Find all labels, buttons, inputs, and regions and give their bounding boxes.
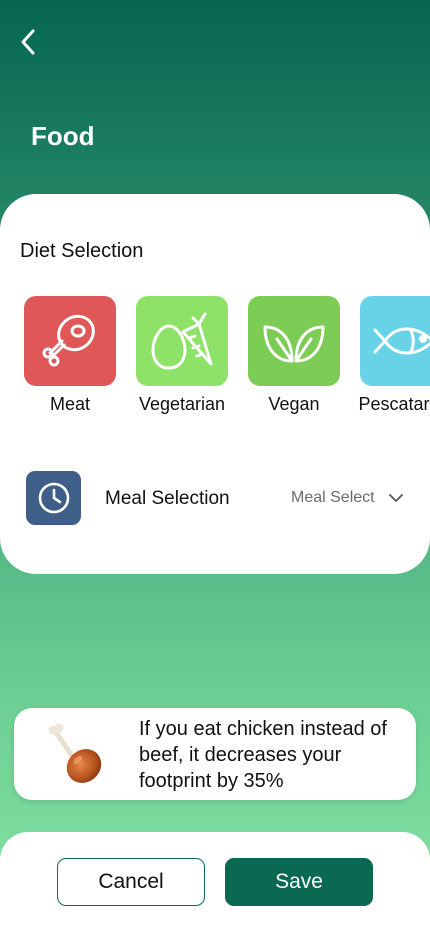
pescatarian-tile bbox=[360, 296, 430, 386]
diet-card: Diet Selection Meat Vegetarian Vegan Pes… bbox=[0, 194, 430, 574]
vegan-tile bbox=[248, 296, 340, 386]
diet-option-vegetarian[interactable]: Vegetarian bbox=[136, 296, 228, 415]
egg-carrot-icon bbox=[151, 312, 213, 370]
back-button[interactable] bbox=[14, 26, 42, 58]
tip-card: If you eat chicken instead of beef, it d… bbox=[14, 708, 416, 800]
diet-section-title: Diet Selection bbox=[20, 240, 144, 262]
diet-options: Meat Vegetarian Vegan Pescatar bbox=[24, 296, 430, 426]
meal-icon-tile bbox=[26, 471, 81, 525]
diet-option-pescatarian[interactable]: Pescatarian bbox=[358, 296, 430, 415]
diet-option-vegan[interactable]: Vegan bbox=[248, 296, 340, 415]
meat-leg-icon bbox=[42, 314, 95, 367]
meal-selection-label: Meal Selection bbox=[105, 488, 230, 509]
chevron-left-icon bbox=[21, 29, 35, 55]
clock-icon bbox=[38, 482, 69, 514]
leaves-icon bbox=[263, 325, 325, 363]
meal-select-dropdown[interactable]: Meal Select bbox=[291, 487, 411, 509]
meal-select-value: Meal Select bbox=[291, 489, 375, 506]
diet-option-meat[interactable]: Meat bbox=[24, 296, 116, 415]
diet-option-label: Vegan bbox=[268, 394, 320, 414]
diet-option-label: Meat bbox=[49, 394, 91, 414]
chevron-down-icon bbox=[388, 493, 403, 502]
vegetarian-tile bbox=[136, 296, 228, 386]
cancel-button[interactable]: Cancel bbox=[57, 858, 205, 906]
meat-tile bbox=[24, 296, 116, 386]
diet-option-label: Vegetarian bbox=[138, 394, 226, 414]
bottom-action-bar: Cancel Save bbox=[0, 832, 430, 932]
diet-option-label: Pescatarian bbox=[358, 394, 430, 414]
fish-icon bbox=[373, 327, 430, 355]
tip-text: If you eat chicken instead of beef, it d… bbox=[139, 718, 387, 792]
chicken-leg-icon bbox=[48, 723, 102, 783]
save-button[interactable]: Save bbox=[225, 858, 373, 906]
page-title: Food bbox=[31, 121, 95, 151]
meal-selection-row[interactable]: Meal Selection Meal Select bbox=[26, 471, 416, 525]
